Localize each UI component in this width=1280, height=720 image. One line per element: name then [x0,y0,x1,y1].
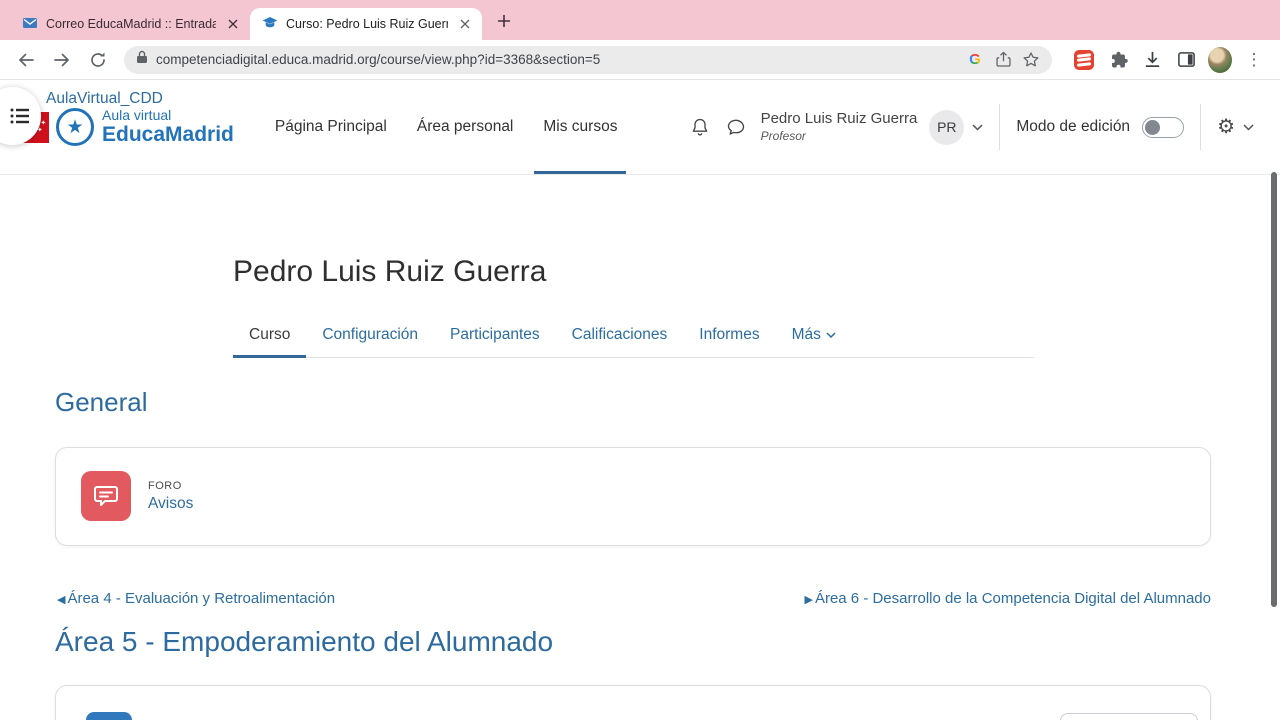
new-tab-button[interactable] [490,7,518,35]
lock-icon [136,50,148,69]
share-icon[interactable] [992,49,1014,71]
tab-curso[interactable]: Curso [233,313,307,358]
mail-icon [22,15,38,34]
close-icon[interactable] [456,15,474,33]
address-bar[interactable]: competenciadigital.educa.madrid.org/cour… [124,45,1052,74]
forward-button[interactable] [50,48,74,72]
prev-section-link[interactable]: ◀ Área 4 - Evaluación y Retroalimentación [55,590,335,607]
page-title: Pedro Luis Ruiz Guerra [233,255,547,288]
primary-nav: Página Principal Área personal Mis curso… [260,80,633,174]
educamadrid-logo-icon[interactable]: ★ [56,108,94,146]
activity-link-avisos[interactable]: Avisos [148,495,193,513]
browser-tab-mail[interactable]: Correo EducaMadrid :: Entrada [10,8,250,40]
logo-line2: EducaMadrid [102,123,234,147]
site-logo-text[interactable]: Aula virtual EducaMadrid [102,106,234,147]
tab-title: Correo EducaMadrid :: Entrada [46,17,216,31]
course-header: Pedro Luis Ruiz Guerra Curso Configuraci… [233,175,1034,358]
moodle-page: ✦✦✦✦ ✦✦✦ ★ Aula virtual EducaMadrid Pági… [0,80,1280,720]
activity-icon-blue [86,712,132,720]
tab-informes[interactable]: Informes [683,313,775,357]
nav-item-area-personal[interactable]: Área personal [417,80,514,174]
todoist-extension-icon[interactable] [1072,48,1096,72]
extensions-puzzle-icon[interactable] [1106,48,1130,72]
prev-arrow-icon: ◀ [57,593,66,606]
user-info: Pedro Luis Ruiz Guerra Profesor [761,110,918,144]
chevron-down-icon [826,332,836,338]
section-heading-area5: Área 5 - Empoderamiento del Alumnado [55,625,554,657]
tab-title: Curso: Pedro Luis Ruiz Guerra, [286,17,448,31]
tab-mas[interactable]: Más [776,313,852,357]
breadcrumb[interactable]: AulaVirtual_CDD [46,90,163,108]
tab-configuracion[interactable]: Configuración [306,313,434,357]
extensions-row: ⋮ [1062,46,1266,73]
section-navigation: ◀ Área 4 - Evaluación y Retroalimentación… [55,590,1211,607]
tab-participantes[interactable]: Participantes [434,313,556,357]
user-name: Pedro Luis Ruiz Guerra [760,110,918,128]
next-section-link[interactable]: ▶ Área 6 - Desarrollo de la Competencia D… [802,590,1211,607]
user-avatar[interactable]: PR [929,109,965,145]
activity-meta: FORO Avisos [148,480,193,513]
browser-menu-icon[interactable]: ⋮ [1242,48,1266,72]
back-button[interactable] [14,48,38,72]
settings-chevron-icon[interactable] [1243,123,1254,131]
logo-line1: Aula virtual [102,106,172,123]
edit-mode-label: Modo de edición [1016,118,1131,135]
scrollbar-thumb[interactable] [1271,172,1277,607]
header-right: Pedro Luis Ruiz Guerra Profesor PR Modo … [675,104,1254,150]
forum-icon [81,471,131,522]
site-header: ✦✦✦✦ ✦✦✦ ★ Aula virtual EducaMadrid Pági… [0,80,1280,175]
user-menu-chevron-icon[interactable] [972,123,983,131]
activity-card-partial [55,685,1211,720]
activity-type-label: FORO [148,479,182,492]
nav-item-pagina-principal[interactable]: Página Principal [275,80,387,174]
messages-chat-icon[interactable] [725,116,747,138]
course-tabs: Curso Configuración Participantes Califi… [233,313,1034,358]
section-heading-general: General [55,387,148,417]
bookmark-star-icon[interactable] [1020,49,1042,71]
divider [1200,104,1202,150]
user-role: Profesor [760,128,806,143]
next-arrow-icon: ▶ [804,593,813,606]
url-text: competenciadigital.educa.madrid.org/cour… [156,52,601,67]
tab-calificaciones[interactable]: Calificaciones [556,313,684,357]
browser-tab-course[interactable]: Curso: Pedro Luis Ruiz Guerra, [250,8,482,40]
settings-gear-icon[interactable]: ⚙ [1217,117,1235,137]
activity-card-forum: FORO Avisos [55,446,1211,546]
edit-mode-toggle[interactable] [1142,116,1185,138]
browser-tab-strip: Correo EducaMadrid :: Entrada Curso: Ped… [0,0,1280,40]
browser-profile-avatar[interactable] [1208,46,1232,73]
nav-item-mis-cursos[interactable]: Mis cursos [534,80,627,174]
reload-button[interactable] [86,48,110,72]
course-content: General FORO Avisos ◀ Área 4 - Evaluación… [55,358,1211,720]
list-icon [10,108,29,124]
side-panel-icon[interactable] [1174,48,1198,72]
close-icon[interactable] [224,15,242,33]
google-icon[interactable]: G [964,49,986,71]
browser-toolbar: competenciadigital.educa.madrid.org/cour… [0,40,1280,80]
downloads-icon[interactable] [1140,48,1164,72]
notifications-bell-icon[interactable] [689,116,711,138]
graduation-cap-icon [262,15,278,34]
mark-done-button[interactable] [1060,713,1198,720]
divider [999,104,1001,150]
